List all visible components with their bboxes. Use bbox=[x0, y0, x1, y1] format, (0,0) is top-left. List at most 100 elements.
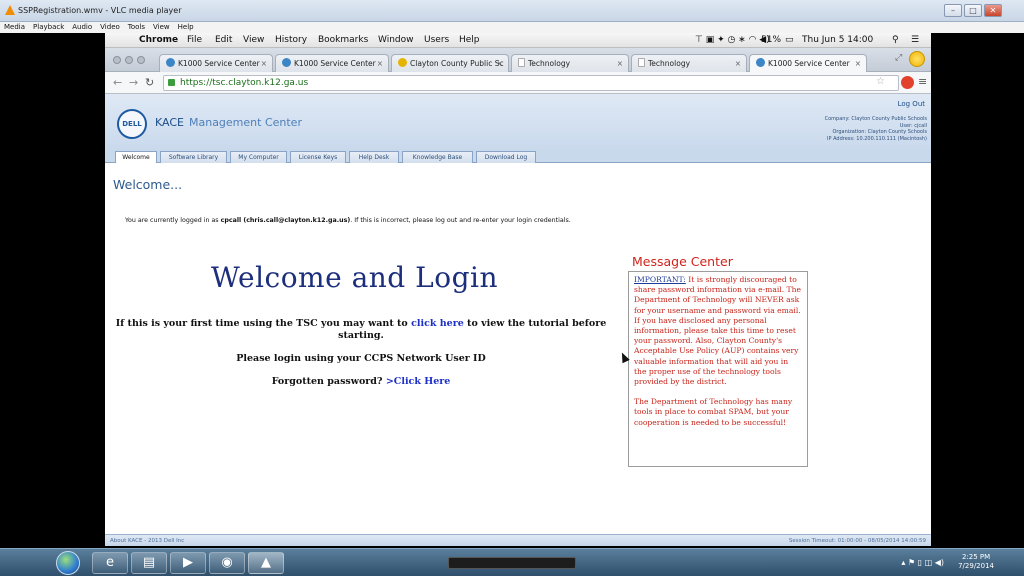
battery-percent: 51% bbox=[761, 35, 782, 45]
menu-help[interactable]: Help bbox=[459, 35, 480, 45]
url-text: https://tsc.clayton.k12.ga.us bbox=[180, 78, 309, 88]
vlc-playback-controls[interactable] bbox=[448, 557, 576, 569]
tab-close-icon[interactable]: × bbox=[855, 55, 861, 72]
video-letterbox-left bbox=[0, 33, 52, 548]
message-center-title: Message Center bbox=[632, 254, 733, 269]
system-tray-icons[interactable]: ▴ ⚑ ▯ ◫ ◀) bbox=[901, 558, 944, 567]
browser-tab-5[interactable]: Technology × bbox=[631, 54, 747, 72]
footer-about[interactable]: About KACE - 2013 Dell Inc bbox=[110, 538, 184, 544]
tab-knowledge-base[interactable]: Knowledge Base bbox=[402, 151, 473, 163]
tab-close-icon[interactable]: × bbox=[735, 55, 741, 72]
forward-icon[interactable]: → bbox=[129, 76, 138, 89]
spotlight-icon[interactable]: ⚲ bbox=[892, 35, 899, 45]
dell-logo: DELL bbox=[117, 109, 147, 139]
forgot-password: Forgotten password? >Click Here bbox=[113, 376, 609, 387]
menu-users[interactable]: Users bbox=[424, 35, 449, 45]
reload-icon[interactable]: ↻ bbox=[145, 76, 154, 89]
company-info: Company: Clayton County Public Schools U… bbox=[825, 116, 927, 142]
close-button[interactable]: ✕ bbox=[984, 4, 1002, 17]
window-close-dot[interactable] bbox=[113, 56, 121, 64]
organization-line: Organization: Clayton County Schools bbox=[832, 129, 927, 135]
tutorial-link[interactable]: click here bbox=[411, 318, 464, 329]
vlc-menu-view[interactable]: View bbox=[153, 22, 170, 33]
vlc-menu-help[interactable]: Help bbox=[178, 22, 194, 33]
video-letterbox-left-inner bbox=[52, 33, 105, 548]
tab-download-log[interactable]: Download Log bbox=[476, 151, 536, 163]
profile-avatar-icon[interactable] bbox=[909, 51, 925, 67]
notification-list-icon[interactable]: ☰ bbox=[911, 35, 919, 45]
county-icon bbox=[398, 58, 407, 67]
message-paragraph-1: IMPORTANT: It is strongly discouraged to… bbox=[634, 275, 802, 387]
internet-explorer-icon[interactable]: e bbox=[92, 552, 128, 574]
menu-window[interactable]: Window bbox=[378, 35, 414, 45]
first-time-message: If this is your first time using the TSC… bbox=[113, 318, 609, 342]
start-button[interactable] bbox=[56, 551, 80, 575]
tab-my-computer[interactable]: My Computer bbox=[230, 151, 287, 163]
browser-tab-3[interactable]: Clayton County Public Sc × bbox=[391, 54, 509, 72]
lock-icon bbox=[168, 79, 175, 86]
minimize-button[interactable]: – bbox=[944, 4, 962, 17]
tab-close-icon[interactable]: × bbox=[497, 55, 503, 72]
vlc-menu-audio[interactable]: Audio bbox=[72, 22, 92, 33]
media-player-icon[interactable]: ▶ bbox=[170, 552, 206, 574]
vlc-menu-media[interactable]: Media bbox=[4, 22, 25, 33]
kace-content: Welcome... You are currently logged in a… bbox=[105, 163, 931, 534]
kace-subtitle: Management Center bbox=[188, 116, 302, 129]
chrome-menu-icon[interactable]: ≡ bbox=[918, 75, 927, 88]
video-letterbox-right bbox=[931, 33, 1024, 548]
forgot-password-link[interactable]: >Click Here bbox=[386, 376, 450, 387]
vlc-menu-playback[interactable]: Playback bbox=[33, 22, 64, 33]
kace-icon bbox=[166, 58, 175, 67]
back-icon[interactable]: ← bbox=[113, 76, 122, 89]
menu-bookmarks[interactable]: Bookmarks bbox=[318, 35, 368, 45]
tab-software-library[interactable]: Software Library bbox=[160, 151, 227, 163]
fullscreen-icon[interactable]: ⤢ bbox=[895, 53, 902, 63]
windows-taskbar: e ▤ ▶ ◉ ▲ ▴ ⚑ ▯ ◫ ◀) 2:25 PM 7/29/2014 bbox=[0, 548, 1024, 576]
vlc-taskbar-icon[interactable]: ▲ bbox=[248, 552, 284, 574]
vlc-menu-tools[interactable]: Tools bbox=[128, 22, 145, 33]
login-notice-suffix: . If this is incorrect, please log out a… bbox=[350, 217, 571, 224]
chrome-icon[interactable]: ◉ bbox=[209, 552, 245, 574]
mac-menu-bar: Chrome File Edit View History Bookmarks … bbox=[105, 33, 931, 48]
tab-help-desk[interactable]: Help Desk bbox=[349, 151, 399, 163]
window-zoom-dot[interactable] bbox=[137, 56, 145, 64]
tab-close-icon[interactable]: × bbox=[261, 55, 267, 72]
message-paragraph-2: The Department of Technology has many to… bbox=[634, 397, 793, 427]
menu-edit[interactable]: Edit bbox=[215, 35, 232, 45]
logout-link[interactable]: Log Out bbox=[898, 100, 925, 108]
tab-license-keys[interactable]: License Keys bbox=[290, 151, 346, 163]
vlc-menu-video[interactable]: Video bbox=[100, 22, 120, 33]
important-label: IMPORTANT: bbox=[634, 275, 686, 284]
address-bar[interactable]: https://tsc.clayton.k12.ga.us bbox=[163, 75, 899, 91]
file-explorer-icon[interactable]: ▤ bbox=[131, 552, 167, 574]
ip-address-line: IP Address: 10.200.110.111 (Macintosh) bbox=[827, 135, 927, 142]
menu-app-name[interactable]: Chrome bbox=[139, 35, 178, 45]
vlc-title-bar: SSPRegistration.wmv - VLC media player –… bbox=[0, 0, 1024, 22]
browser-toolbar: ← → ↻ https://tsc.clayton.k12.ga.us ☆ ≡ bbox=[105, 72, 931, 94]
message-center-box: IMPORTANT: It is strongly discouraged to… bbox=[628, 271, 808, 467]
doc-icon bbox=[638, 58, 645, 67]
maximize-button[interactable]: □ bbox=[964, 4, 982, 17]
logged-in-user: cpcall (chris.call@clayton.k12.ga.us) bbox=[220, 217, 351, 224]
kace-icon bbox=[282, 58, 291, 67]
taskbar-date: 7/29/2014 bbox=[958, 562, 994, 570]
window-minimize-dot[interactable] bbox=[125, 56, 133, 64]
browser-tab-6-active[interactable]: K1000 Service Center × bbox=[749, 54, 867, 72]
browser-tab-2[interactable]: K1000 Service Center × bbox=[275, 54, 389, 72]
bookmark-star-icon[interactable]: ☆ bbox=[876, 76, 885, 87]
browser-tab-1[interactable]: K1000 Service Center × bbox=[159, 54, 273, 72]
kace-header: DELL KACE Management Center Log Out Compa… bbox=[105, 94, 931, 150]
menu-file[interactable]: File bbox=[187, 35, 202, 45]
tab-close-icon[interactable]: × bbox=[377, 55, 383, 72]
welcome-heading: Welcome... bbox=[113, 177, 183, 192]
status-menu-icons: ⊤ ▣ ✦ ◷ ∗ ◠ ◀) bbox=[695, 35, 770, 45]
browser-tab-4[interactable]: Technology × bbox=[511, 54, 629, 72]
menu-history[interactable]: History bbox=[275, 35, 307, 45]
tab-label: Technology bbox=[648, 59, 691, 68]
battery-icon: ▭ bbox=[785, 35, 794, 45]
kace-product-name: KACE bbox=[155, 116, 184, 129]
menu-view[interactable]: View bbox=[243, 35, 264, 45]
tab-close-icon[interactable]: × bbox=[617, 55, 623, 72]
taskbar-clock[interactable]: 2:25 PM 7/29/2014 bbox=[958, 553, 994, 571]
adblock-icon[interactable] bbox=[901, 76, 914, 89]
